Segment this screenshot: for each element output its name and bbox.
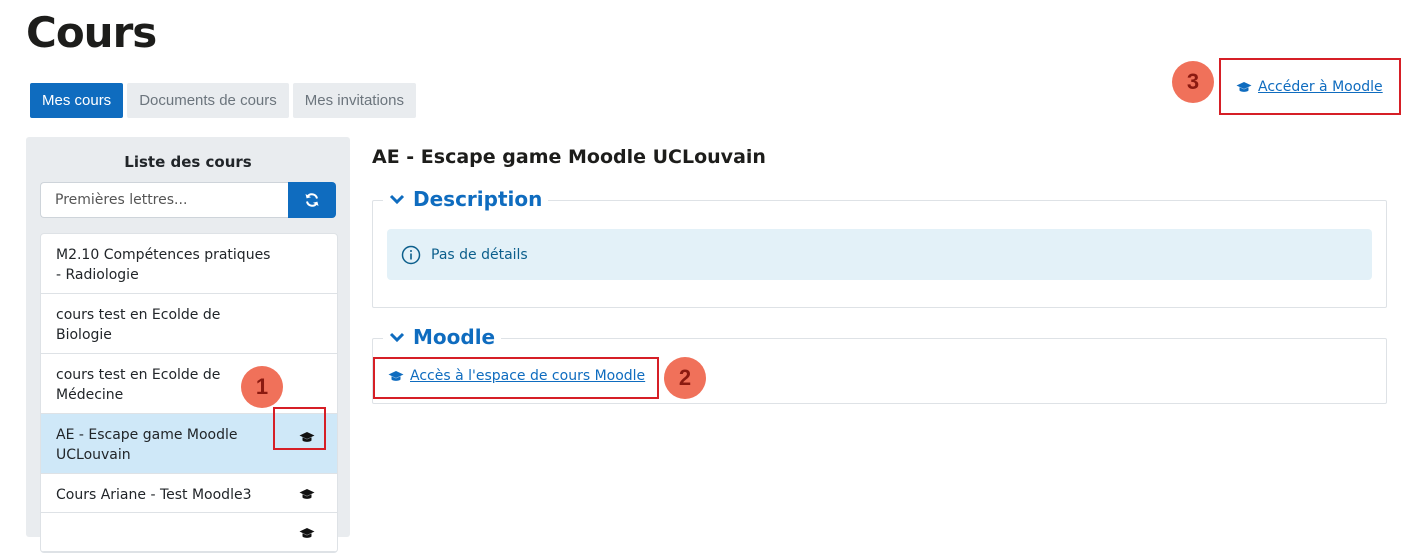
refresh-button[interactable] bbox=[288, 182, 336, 218]
graduation-cap-icon bbox=[388, 370, 404, 381]
info-text: Pas de détails bbox=[431, 246, 528, 263]
chevron-down-icon bbox=[389, 194, 405, 205]
course-item-label: M2.10 Compétences pratiques - Radiologie bbox=[56, 247, 271, 283]
page-title: Cours bbox=[26, 8, 157, 57]
info-alert: Pas de détails bbox=[387, 229, 1372, 280]
course-list: M2.10 Compétences pratiques - Radiologie… bbox=[40, 233, 338, 553]
tab-mes-cours[interactable]: Mes cours bbox=[30, 83, 124, 118]
annotation-marker-3: 3 bbox=[1172, 61, 1214, 103]
moodle-heading: Moodle bbox=[413, 325, 496, 349]
course-title: AE - Escape game Moodle UCLouvain bbox=[372, 146, 766, 168]
course-item[interactable]: cours test en Ecolde de Médecine bbox=[41, 354, 337, 414]
course-item-label: AE - Escape game Moodle UCLouvain bbox=[56, 427, 238, 463]
course-search-input[interactable] bbox=[40, 182, 288, 218]
course-item[interactable]: cours test en Ecolde de Biologie bbox=[41, 294, 337, 354]
moodle-course-space-label: Accès à l'espace de cours Moodle bbox=[410, 368, 646, 384]
annotation-marker-1: 1 bbox=[241, 366, 283, 408]
course-item[interactable]: M2.10 Compétences pratiques - Radiologie bbox=[41, 234, 337, 294]
course-item-partial[interactable] bbox=[41, 513, 337, 552]
tab-documents-de-cours[interactable]: Documents de cours bbox=[127, 83, 289, 118]
highlight-box-1 bbox=[273, 407, 326, 450]
info-icon bbox=[401, 245, 421, 264]
course-item-label: cours test en Ecolde de Médecine bbox=[56, 367, 221, 403]
annotation-marker-2: 2 bbox=[664, 357, 706, 399]
description-heading: Description bbox=[413, 187, 543, 211]
access-moodle-link[interactable]: Accéder à Moodle bbox=[1236, 79, 1383, 95]
access-moodle-label: Accéder à Moodle bbox=[1258, 79, 1383, 95]
moodle-course-space-link[interactable]: Accès à l'espace de cours Moodle bbox=[388, 368, 645, 384]
moodle-toggle[interactable]: Moodle bbox=[383, 325, 502, 349]
graduation-cap-icon bbox=[1236, 81, 1252, 92]
course-list-title: Liste des cours bbox=[124, 153, 252, 171]
graduation-cap-icon bbox=[299, 489, 315, 499]
course-item-label: Cours Ariane - Test Moodle3 bbox=[56, 487, 252, 503]
course-list-panel: Liste des cours M2.10 Compétences pratiq… bbox=[26, 137, 350, 553]
tab-mes-invitations[interactable]: Mes invitations bbox=[292, 83, 416, 118]
course-item-label: cours test en Ecolde de Biologie bbox=[56, 307, 221, 343]
course-item[interactable]: Cours Ariane - Test Moodle3 bbox=[41, 474, 337, 513]
chevron-down-icon bbox=[389, 332, 405, 343]
course-tabs: Mes cours Documents de cours Mes invitat… bbox=[30, 83, 416, 118]
description-toggle[interactable]: Description bbox=[383, 187, 549, 211]
description-section: Description Pas de détails bbox=[372, 187, 1387, 308]
refresh-icon bbox=[305, 193, 319, 207]
